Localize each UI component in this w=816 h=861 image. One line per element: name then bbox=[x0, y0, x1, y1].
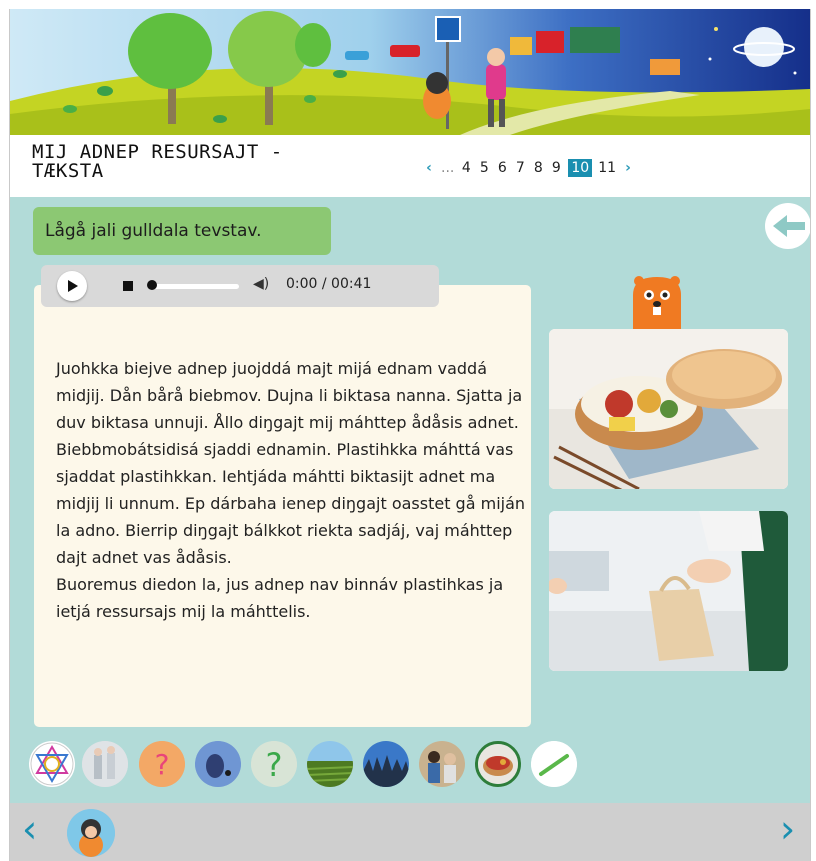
back-arrow-icon bbox=[766, 204, 810, 248]
thumb-family-icon[interactable] bbox=[419, 741, 465, 787]
back-button[interactable] bbox=[765, 203, 810, 249]
previous-page-button[interactable]: ‹ bbox=[22, 809, 37, 849]
thumb-forest-icon[interactable] bbox=[363, 741, 409, 787]
thumb-question-green-icon[interactable]: ? bbox=[251, 741, 297, 787]
audio-progress-knob[interactable] bbox=[147, 280, 157, 290]
reading-text: Juohkka biejve adnep juojddá majt mijá e… bbox=[56, 359, 526, 621]
thumb-straw-icon[interactable] bbox=[531, 741, 577, 787]
thumb-mandala-icon[interactable] bbox=[29, 741, 75, 787]
pager-page-7[interactable]: 7 bbox=[514, 160, 526, 176]
lunchbox-photo bbox=[549, 329, 788, 489]
app-frame: MIJ ADNEP RESURSAJT - TÆKSTA ‹ ... 4 5 6… bbox=[9, 9, 811, 861]
pager-next-button[interactable]: › bbox=[622, 160, 634, 176]
svg-text:?: ? bbox=[155, 748, 170, 781]
title-bar: MIJ ADNEP RESURSAJT - TÆKSTA ‹ ... 4 5 6… bbox=[10, 135, 810, 197]
shopping-bag-image bbox=[549, 511, 788, 671]
bottom-navigation: ‹ › bbox=[10, 803, 810, 861]
pager-prev-button[interactable]: ‹ bbox=[423, 160, 435, 176]
shopping-bag-photo bbox=[549, 511, 788, 671]
pager-ellipsis: ... bbox=[441, 160, 455, 176]
stop-button[interactable] bbox=[123, 281, 133, 291]
svg-text:?: ? bbox=[266, 746, 283, 784]
thumb-field-icon[interactable] bbox=[307, 741, 353, 787]
next-page-button[interactable]: › bbox=[780, 809, 795, 849]
text-panel: Juohkka biejve adnep juojddá majt mijá e… bbox=[34, 285, 531, 727]
pager-page-6[interactable]: 6 bbox=[496, 160, 508, 176]
audio-progress-track[interactable] bbox=[149, 284, 239, 289]
pager-page-9[interactable]: 9 bbox=[550, 160, 562, 176]
thumb-question-orange-icon[interactable]: ? bbox=[139, 741, 185, 787]
play-button[interactable] bbox=[57, 271, 87, 301]
character-avatar-icon bbox=[67, 809, 115, 857]
mascot-beaver bbox=[627, 273, 687, 335]
pager-page-current[interactable]: 10 bbox=[568, 159, 593, 177]
thumb-lunchbox-icon[interactable] bbox=[475, 741, 521, 787]
instruction-box: Lågå jali gulldala tevstav. bbox=[33, 207, 331, 255]
thumb-people-icon[interactable] bbox=[82, 741, 128, 787]
thumb-blue-figure-icon[interactable] bbox=[195, 741, 241, 787]
audio-time: 0:00 / 00:41 bbox=[286, 276, 372, 292]
beaver-icon bbox=[633, 276, 681, 331]
banner-illustration bbox=[10, 9, 810, 135]
header-banner bbox=[10, 9, 810, 135]
volume-icon[interactable]: ◀) bbox=[253, 276, 269, 292]
lunchbox-image bbox=[549, 329, 788, 489]
pager-page-5[interactable]: 5 bbox=[478, 160, 490, 176]
audio-player: ◀) 0:00 / 00:41 bbox=[41, 265, 439, 307]
pager-page-4[interactable]: 4 bbox=[460, 160, 472, 176]
pager-page-8[interactable]: 8 bbox=[532, 160, 544, 176]
pager-page-11[interactable]: 11 bbox=[598, 160, 616, 176]
avatar[interactable] bbox=[67, 809, 115, 857]
pagination: ‹ ... 4 5 6 7 8 9 10 11 › bbox=[420, 159, 637, 177]
page-title: MIJ ADNEP RESURSAJT - TÆKSTA bbox=[32, 141, 283, 182]
